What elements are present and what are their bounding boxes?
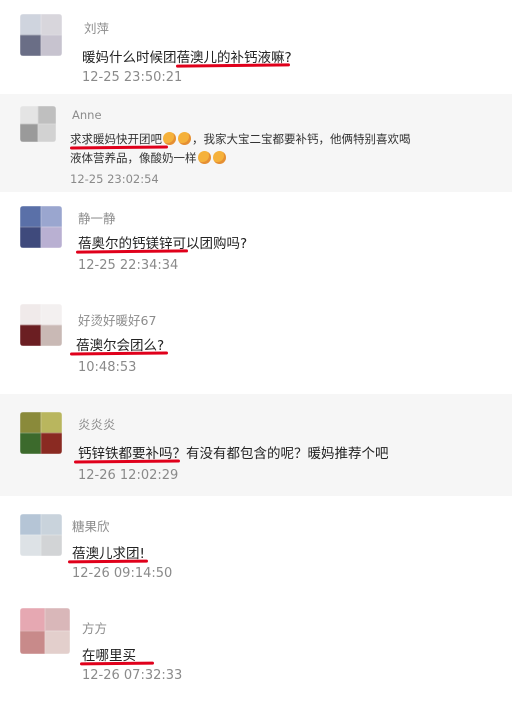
- comment-time: 12-25 23:50:21: [82, 70, 183, 85]
- commenter-name[interactable]: 刘萍: [84, 18, 109, 37]
- comment-item: 炎炎炎 钙锌铁都要补吗？有没有都包含的呢？暖妈推荐个吧 12-26 12:02:…: [0, 394, 512, 496]
- avatar[interactable]: [20, 608, 70, 654]
- smiling-emoji-icon: [197, 151, 211, 164]
- comment-text: 求求暖妈快开团吧 ，我家大宝二宝都要补钙，他俩特别喜欢喝: [70, 132, 411, 146]
- comment-time: 12-25 22:34:34: [78, 258, 179, 273]
- comment-text: 钙锌铁都要补吗？有没有都包含的呢？暖妈推荐个吧: [78, 446, 389, 462]
- avatar[interactable]: [20, 14, 62, 56]
- comment-time: 12-25 23:02:54: [70, 172, 159, 186]
- highlight-underline: [69, 351, 169, 356]
- smiling-emoji-icon: [212, 151, 226, 164]
- comment-time: 12-26 09:14:50: [72, 566, 173, 581]
- avatar[interactable]: [20, 412, 62, 454]
- comment-item: 刘萍 暖妈什么时候团蓓澳儿的补钙液嘛? 12-25 23:50:21: [0, 0, 512, 94]
- comment-time: 10:48:53: [78, 360, 137, 375]
- grinning-emoji-icon: [163, 132, 176, 145]
- avatar[interactable]: [20, 206, 62, 248]
- commenter-name[interactable]: Anne: [72, 108, 102, 122]
- comment-item: 糖果欣 蓓澳儿求团! 12-26 09:14:50: [0, 496, 512, 596]
- grinning-emoji-icon: [178, 132, 191, 145]
- highlight-underline: [79, 661, 155, 666]
- comment-item: Anne 求求暖妈快开团吧 ，我家大宝二宝都要补钙，他俩特别喜欢喝 液体营养品，像…: [0, 94, 512, 192]
- avatar[interactable]: [20, 304, 62, 346]
- commenter-name[interactable]: 糖果欣: [72, 516, 110, 535]
- highlight-underline: [67, 559, 149, 564]
- comment-time: 12-26 12:02:29: [78, 468, 179, 483]
- comment-time: 12-26 07:32:33: [82, 668, 183, 683]
- commenter-name[interactable]: 好烫好暖好67: [78, 310, 156, 329]
- comment-item: 方方 在哪里买 12-26 07:32:33: [0, 596, 512, 708]
- highlight-underline: [73, 459, 181, 464]
- comment-item: 静一静 蓓奥尔的钙镁锌可以团购吗? 12-25 22:34:34: [0, 192, 512, 294]
- commenter-name[interactable]: 静一静: [78, 208, 116, 227]
- highlight-underline: [69, 145, 169, 150]
- highlight-underline: [175, 63, 291, 68]
- commenter-name[interactable]: 炎炎炎: [78, 414, 116, 433]
- commenter-name[interactable]: 方方: [82, 618, 107, 637]
- comment-item: 好烫好暖好67 蓓澳尔会团么? 10:48:53: [0, 294, 512, 394]
- avatar[interactable]: [20, 514, 62, 556]
- avatar[interactable]: [20, 106, 56, 142]
- highlight-underline: [75, 249, 189, 254]
- comment-text-line2: 液体营养品，像酸奶一样: [70, 150, 227, 166]
